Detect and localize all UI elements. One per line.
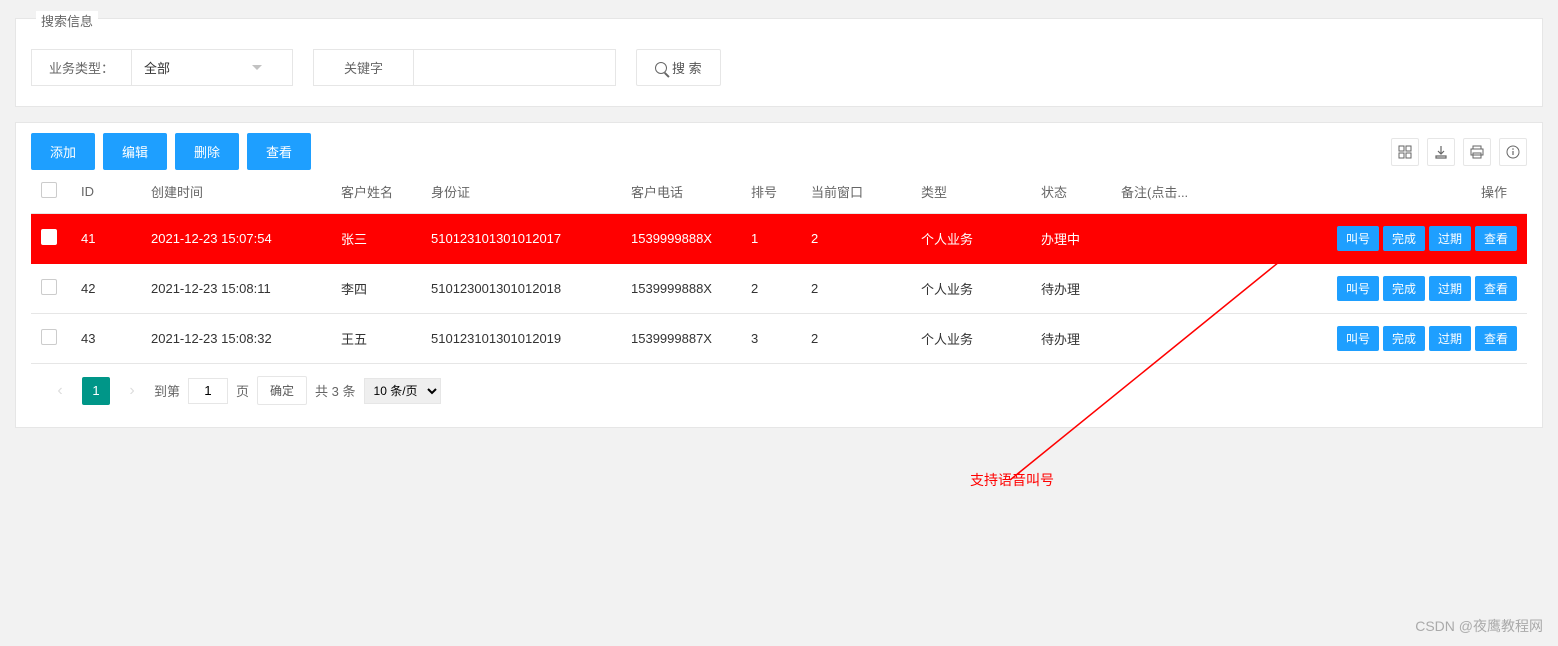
watermark: CSDN @夜鹰教程网 (1415, 616, 1543, 636)
next-page[interactable]: › (118, 377, 146, 405)
cell-type: 个人业务 (911, 264, 1031, 314)
call-button[interactable]: 叫号 (1337, 276, 1379, 301)
pagination: ‹ 1 › 到第 页 确定 共 3 条 10 条/页 (31, 364, 1527, 417)
edit-button[interactable]: 编辑 (103, 133, 167, 170)
cell-status: 待办理 (1031, 264, 1111, 314)
keyword-label: 关键字 (314, 50, 414, 85)
call-button[interactable]: 叫号 (1337, 226, 1379, 251)
cell-customer-phone: 1539999887X (621, 314, 741, 364)
cell-id: 43 (71, 314, 141, 364)
cell-queue-no: 1 (741, 214, 801, 264)
search-legend: 搜索信息 (36, 11, 98, 30)
chevron-down-icon (252, 65, 262, 70)
cell-id-card: 510123101301012019 (421, 314, 621, 364)
cell-created-at: 2021-12-23 15:08:11 (141, 264, 331, 314)
row-checkbox[interactable] (41, 279, 57, 295)
cell-customer-phone: 1539999888X (621, 214, 741, 264)
cell-current-window: 2 (801, 264, 911, 314)
goto-confirm-button[interactable]: 确定 (257, 376, 307, 405)
cell-id: 42 (71, 264, 141, 314)
row-checkbox[interactable] (41, 329, 57, 345)
row-view-button[interactable]: 查看 (1475, 276, 1517, 301)
complete-button[interactable]: 完成 (1383, 226, 1425, 251)
cell-created-at: 2021-12-23 15:07:54 (141, 214, 331, 264)
add-button[interactable]: 添加 (31, 133, 95, 170)
goto-page-input[interactable] (188, 378, 228, 404)
cell-current-window: 2 (801, 314, 911, 364)
header-created-at: 创建时间 (141, 170, 331, 214)
expire-button[interactable]: 过期 (1429, 276, 1471, 301)
info-icon[interactable] (1499, 138, 1527, 166)
search-icon (655, 62, 667, 74)
prev-page[interactable]: ‹ (46, 377, 74, 405)
annotation-text: 支持语音叫号 (970, 470, 1054, 490)
header-queue-no: 排号 (741, 170, 801, 214)
biz-type-label: 业务类型： (32, 50, 132, 85)
complete-button[interactable]: 完成 (1383, 276, 1425, 301)
header-remark: 备注(点击... (1111, 170, 1317, 214)
select-all-checkbox[interactable] (41, 182, 57, 198)
keyword-input[interactable] (414, 52, 615, 83)
biz-type-value: 全部 (144, 58, 170, 77)
header-id-card: 身份证 (421, 170, 621, 214)
search-button[interactable]: 搜 索 (636, 49, 721, 86)
table-row[interactable]: 43 2021-12-23 15:08:32 王五 51012310130101… (31, 314, 1527, 364)
print-icon[interactable] (1463, 138, 1491, 166)
header-customer-phone: 客户电话 (621, 170, 741, 214)
biz-type-select[interactable]: 全部 (132, 50, 292, 85)
cell-customer-phone: 1539999888X (621, 264, 741, 314)
view-button[interactable]: 查看 (247, 133, 311, 170)
cell-id-card: 510123101301012017 (421, 214, 621, 264)
cell-type: 个人业务 (911, 314, 1031, 364)
page-unit: 页 (236, 381, 249, 400)
total-count: 共 3 条 (315, 381, 355, 400)
cell-status: 待办理 (1031, 314, 1111, 364)
row-view-button[interactable]: 查看 (1475, 326, 1517, 351)
row-checkbox[interactable] (41, 229, 57, 245)
expire-button[interactable]: 过期 (1429, 226, 1471, 251)
cell-queue-no: 3 (741, 314, 801, 364)
page-1[interactable]: 1 (82, 377, 110, 405)
table-row[interactable]: 41 2021-12-23 15:07:54 张三 51012310130101… (31, 214, 1527, 264)
cell-customer-name: 李四 (331, 264, 421, 314)
cell-remark (1111, 264, 1317, 314)
cell-remark (1111, 214, 1317, 264)
header-current-window: 当前窗口 (801, 170, 911, 214)
cell-customer-name: 王五 (331, 314, 421, 364)
delete-button[interactable]: 删除 (175, 133, 239, 170)
data-table: ID 创建时间 客户姓名 身份证 客户电话 排号 当前窗口 类型 状态 备注(点… (31, 170, 1527, 364)
header-status: 状态 (1031, 170, 1111, 214)
expire-button[interactable]: 过期 (1429, 326, 1471, 351)
cell-customer-name: 张三 (331, 214, 421, 264)
header-type: 类型 (911, 170, 1031, 214)
row-view-button[interactable]: 查看 (1475, 226, 1517, 251)
cell-current-window: 2 (801, 214, 911, 264)
table-row[interactable]: 42 2021-12-23 15:08:11 李四 51012300130101… (31, 264, 1527, 314)
columns-icon[interactable] (1391, 138, 1419, 166)
per-page-select[interactable]: 10 条/页 (364, 378, 441, 404)
export-icon[interactable] (1427, 138, 1455, 166)
header-id: ID (71, 170, 141, 214)
cell-status: 办理中 (1031, 214, 1111, 264)
goto-label: 到第 (154, 381, 180, 400)
header-action: 操作 (1317, 170, 1527, 214)
complete-button[interactable]: 完成 (1383, 326, 1425, 351)
cell-created-at: 2021-12-23 15:08:32 (141, 314, 331, 364)
cell-queue-no: 2 (741, 264, 801, 314)
cell-remark (1111, 314, 1317, 364)
header-customer-name: 客户姓名 (331, 170, 421, 214)
call-button[interactable]: 叫号 (1337, 326, 1379, 351)
cell-type: 个人业务 (911, 214, 1031, 264)
cell-id-card: 510123001301012018 (421, 264, 621, 314)
cell-id: 41 (71, 214, 141, 264)
